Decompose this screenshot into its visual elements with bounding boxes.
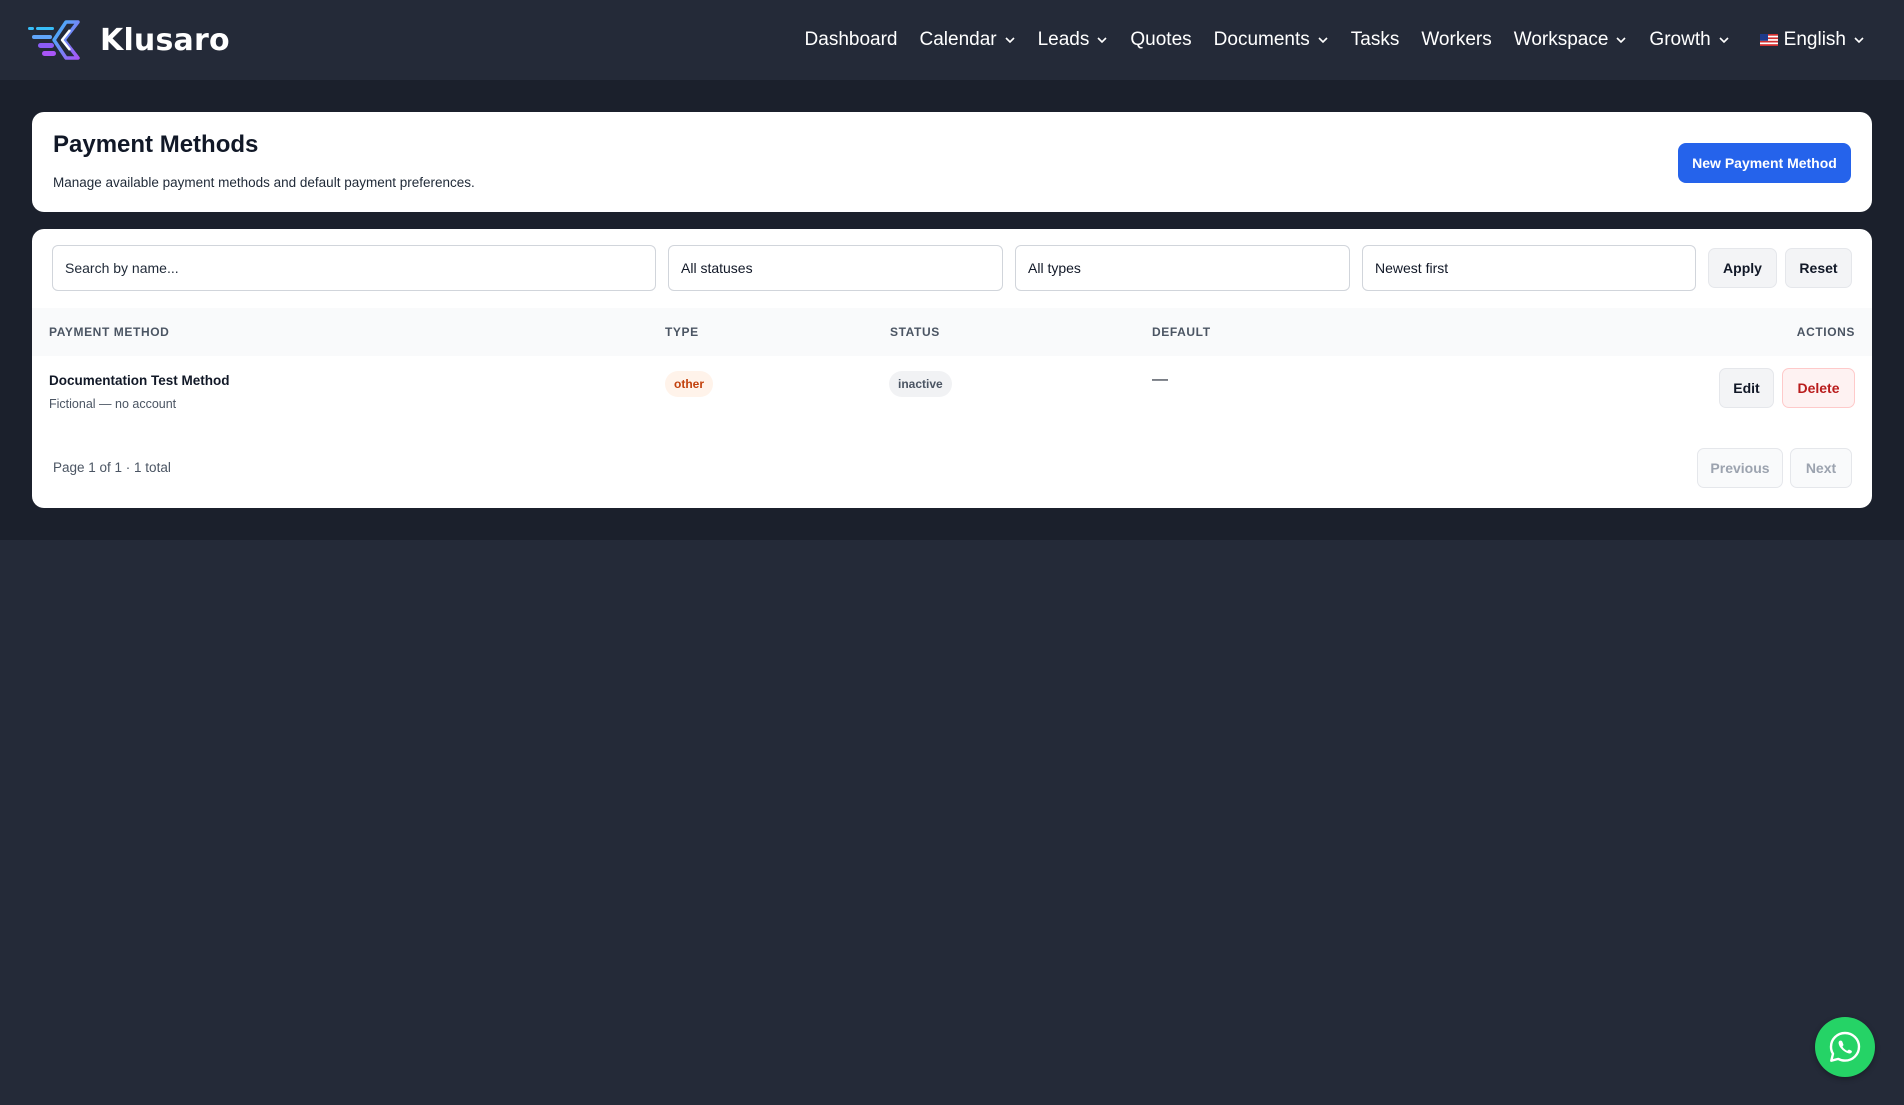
klusaro-logo-icon bbox=[28, 20, 80, 60]
nav-item-calendar[interactable]: Calendar bbox=[909, 29, 1027, 51]
page-title: Payment Methods bbox=[53, 131, 259, 158]
nav-label: Leads bbox=[1037, 29, 1090, 50]
search-input[interactable] bbox=[65, 260, 643, 276]
main-nav: Dashboard Calendar Leads Quotes Document… bbox=[794, 29, 1876, 51]
default-value: — bbox=[1152, 371, 1168, 388]
language-label: English bbox=[1783, 29, 1846, 50]
nav-item-leads[interactable]: Leads bbox=[1027, 29, 1120, 51]
language-selector[interactable]: English bbox=[1749, 29, 1876, 51]
edit-button[interactable]: Edit bbox=[1719, 368, 1774, 408]
status-badge: inactive bbox=[889, 371, 952, 397]
chevron-down-icon bbox=[1005, 37, 1015, 44]
sort-select-value: Newest first bbox=[1375, 260, 1449, 276]
sort-select[interactable]: Newest first bbox=[1362, 245, 1696, 291]
pagination-summary: Page 1 of 1 · 1 total bbox=[53, 460, 171, 475]
type-select-value: All types bbox=[1028, 260, 1081, 276]
table-row: Documentation Test Method Fictional — no… bbox=[32, 356, 1872, 428]
nav-label: Workspace bbox=[1513, 29, 1609, 50]
status-select-value: All statuses bbox=[681, 260, 753, 276]
payment-methods-table-card: All statuses All types Newest first Appl… bbox=[32, 229, 1872, 508]
reset-button[interactable]: Reset bbox=[1785, 248, 1852, 288]
chevron-down-icon bbox=[1854, 37, 1864, 44]
type-badge: other bbox=[665, 371, 713, 397]
column-header-actions: Actions bbox=[1796, 325, 1855, 339]
nav-label: Dashboard bbox=[804, 29, 898, 50]
nav-label: Quotes bbox=[1130, 29, 1192, 50]
nav-label: Tasks bbox=[1350, 29, 1400, 50]
status-select[interactable]: All statuses bbox=[668, 245, 1003, 291]
next-page-button[interactable]: Next bbox=[1790, 448, 1852, 488]
table-header: Payment Method Type Status Default Actio… bbox=[32, 308, 1872, 356]
nav-label: Documents bbox=[1213, 29, 1310, 50]
new-payment-method-button[interactable]: New Payment Method bbox=[1678, 143, 1851, 183]
brand[interactable]: Klusaro bbox=[26, 18, 230, 62]
column-header-type: Type bbox=[665, 325, 699, 339]
nav-label: Growth bbox=[1649, 29, 1711, 50]
nav-item-documents[interactable]: Documents bbox=[1203, 29, 1340, 51]
us-flag-icon bbox=[1759, 34, 1778, 46]
delete-button[interactable]: Delete bbox=[1782, 368, 1855, 408]
nav-item-tasks[interactable]: Tasks bbox=[1340, 29, 1411, 51]
chevron-down-icon bbox=[1616, 37, 1626, 44]
nav-item-workspace[interactable]: Workspace bbox=[1503, 29, 1639, 51]
column-header-status: Status bbox=[890, 325, 940, 339]
page-subtitle: Manage available payment methods and def… bbox=[53, 175, 475, 190]
top-navbar: Klusaro Dashboard Calendar Leads Quotes … bbox=[0, 0, 1904, 80]
nav-label: Calendar bbox=[919, 29, 997, 50]
column-header-default: Default bbox=[1152, 325, 1211, 339]
filter-bar: All statuses All types Newest first Appl… bbox=[52, 245, 1852, 291]
chevron-down-icon bbox=[1719, 37, 1729, 44]
method-name: Documentation Test Method bbox=[49, 373, 230, 388]
whatsapp-chat-button[interactable] bbox=[1815, 1017, 1875, 1077]
method-description: Fictional — no account bbox=[49, 397, 177, 411]
nav-item-growth[interactable]: Growth bbox=[1638, 29, 1740, 51]
previous-page-button[interactable]: Previous bbox=[1697, 448, 1783, 488]
brand-name: Klusaro bbox=[100, 22, 230, 58]
chevron-down-icon bbox=[1318, 37, 1328, 44]
page-header-card: Payment Methods Manage available payment… bbox=[32, 112, 1872, 212]
nav-label: Workers bbox=[1421, 29, 1492, 50]
column-header-method: Payment Method bbox=[49, 325, 170, 339]
nav-item-quotes[interactable]: Quotes bbox=[1119, 29, 1202, 51]
nav-item-workers[interactable]: Workers bbox=[1410, 29, 1502, 51]
type-select[interactable]: All types bbox=[1015, 245, 1350, 291]
nav-item-dashboard[interactable]: Dashboard bbox=[794, 29, 909, 51]
search-field[interactable] bbox=[52, 245, 656, 291]
chevron-down-icon bbox=[1097, 37, 1107, 44]
apply-button[interactable]: Apply bbox=[1708, 248, 1777, 288]
whatsapp-icon bbox=[1829, 1031, 1861, 1062]
